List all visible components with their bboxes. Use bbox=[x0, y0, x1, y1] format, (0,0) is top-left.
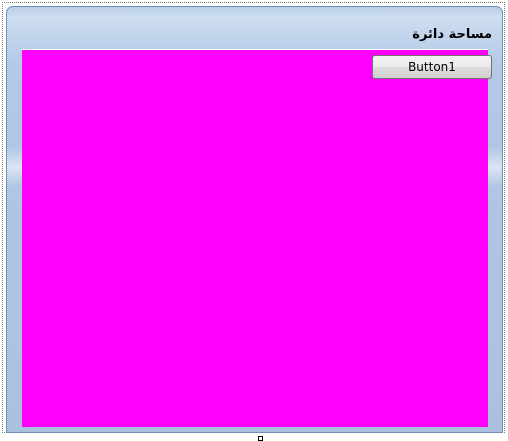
designer-canvas: مساحة دائرة Button1 bbox=[0, 0, 508, 441]
button1[interactable]: Button1 bbox=[372, 55, 492, 79]
resize-handle[interactable] bbox=[258, 436, 263, 441]
form-client-area[interactable] bbox=[22, 49, 488, 427]
form-title: مساحة دائرة bbox=[412, 27, 492, 42]
